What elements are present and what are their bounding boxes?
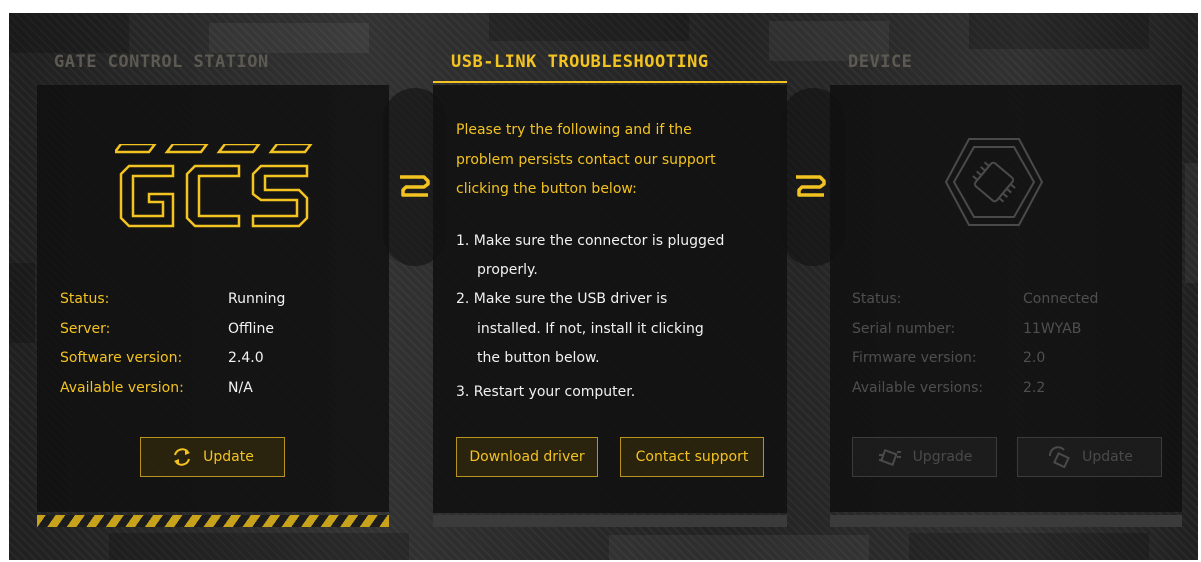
camo-pattern xyxy=(9,13,129,53)
contact-support-button[interactable]: Contact support xyxy=(620,437,764,477)
camo-pattern xyxy=(489,13,689,41)
trouble-step-2: 2. Make sure the USB driver is xyxy=(456,291,668,307)
gcs-update-label: Update xyxy=(203,449,254,465)
trouble-step-1: 1. Make sure the connector is plugged xyxy=(456,233,725,249)
camo-pattern xyxy=(909,533,1149,560)
contact-support-label: Contact support xyxy=(635,449,749,465)
device-firmware-value: 2.0 xyxy=(1023,350,1046,366)
usb-link-icon xyxy=(796,175,826,197)
gcs-server-label: Server: xyxy=(60,321,111,337)
device-upgrade-label: Upgrade xyxy=(912,449,973,465)
camo-pattern xyxy=(1185,163,1198,283)
hazard-stripe xyxy=(37,515,389,527)
download-driver-button[interactable]: Download driver xyxy=(456,437,598,477)
update-chip-icon xyxy=(1049,446,1071,468)
refresh-icon xyxy=(174,448,191,466)
device-update-button[interactable]: Update xyxy=(1017,437,1162,477)
gcs-status-value: Running xyxy=(228,291,286,307)
gcs-software-version-label: Software version: xyxy=(60,350,183,366)
device-title: DEVICE xyxy=(848,52,913,72)
download-driver-label: Download driver xyxy=(469,449,585,465)
camo-pattern xyxy=(969,13,1149,49)
trouble-intro-line-3: clicking the button below: xyxy=(456,181,637,197)
device-available-versions-label: Available versions: xyxy=(852,380,984,396)
device-update-label: Update xyxy=(1082,449,1133,465)
gcs-status-label: Status: xyxy=(60,291,110,307)
device-available-versions-value: 2.2 xyxy=(1023,380,1046,396)
device-status-value: Connected xyxy=(1023,291,1099,307)
device-serial-value: 11WYAB xyxy=(1023,321,1082,337)
troubleshooting-footer xyxy=(433,515,787,527)
camo-pattern xyxy=(109,533,409,560)
gcs-title: GATE CONTROL STATION xyxy=(54,52,269,72)
gcs-software-version-value: 2.4.0 xyxy=(228,350,264,366)
trouble-step-2-cont: installed. If not, install it clicking xyxy=(477,321,704,337)
gcs-available-version-value: N/A xyxy=(228,380,253,396)
trouble-step-1-cont: properly. xyxy=(477,262,538,278)
trouble-intro-line-1: Please try the following and if the xyxy=(456,122,692,138)
device-upgrade-button[interactable]: Upgrade xyxy=(852,437,997,477)
gcs-update-button[interactable]: Update xyxy=(140,437,285,477)
camo-pattern xyxy=(9,263,35,343)
chip-icon xyxy=(944,138,1044,226)
active-tab-underline xyxy=(433,81,787,83)
device-status-label: Status: xyxy=(852,291,902,307)
gcs-server-value: Offline xyxy=(228,321,274,337)
camo-pattern xyxy=(609,535,869,560)
usb-link-icon xyxy=(400,175,430,197)
trouble-step-2-cont2: the button below. xyxy=(477,350,600,366)
upgrade-chip-icon xyxy=(878,448,901,466)
device-firmware-label: Firmware version: xyxy=(852,350,977,366)
trouble-intro-line-2: problem persists contact our support xyxy=(456,152,716,168)
troubleshooting-title: USB-LINK TROUBLESHOOTING xyxy=(451,52,709,72)
gcs-available-version-label: Available version: xyxy=(60,380,184,396)
gcs-logo xyxy=(115,144,313,228)
device-footer xyxy=(830,515,1182,527)
device-serial-label: Serial number: xyxy=(852,321,956,337)
trouble-step-3: 3. Restart your computer. xyxy=(456,384,636,400)
